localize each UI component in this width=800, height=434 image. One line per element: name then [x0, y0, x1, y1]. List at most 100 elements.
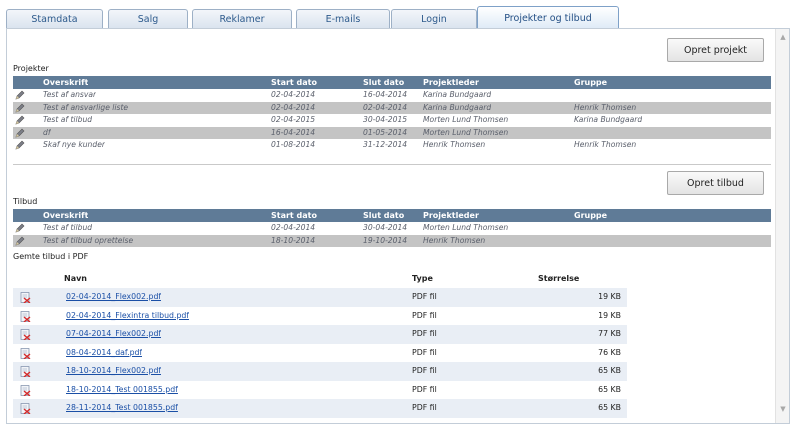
- file-name-link[interactable]: 28-11-2014_Test 001855.pdf: [66, 399, 178, 418]
- tab-bar: Stamdata Salg Reklamer E-mails Login Pro…: [6, 6, 796, 30]
- tab-reklamer[interactable]: Reklamer: [192, 9, 292, 29]
- tab-stamdata[interactable]: Stamdata: [6, 9, 103, 29]
- col-slut-dato: Slut dato: [363, 78, 405, 87]
- file-type: PDF fil: [412, 403, 437, 412]
- cell-projektleder: Morten Lund Thomsen: [423, 115, 509, 125]
- col-type: Type: [412, 274, 433, 283]
- pencil-icon[interactable]: [15, 140, 25, 150]
- pdf-file-icon[interactable]: [20, 384, 31, 397]
- file-size: 65 KB: [598, 403, 621, 412]
- pdf-section-label: Gemte tilbud i PDF: [13, 252, 89, 261]
- pencil-icon[interactable]: [15, 115, 25, 125]
- col-overskrift: Overskrift: [43, 211, 89, 220]
- cell-overskrift: Test af ansvar: [43, 90, 97, 99]
- cell-slut-dato: 01-05-2014: [363, 127, 408, 137]
- col-overskrift: Overskrift: [43, 78, 89, 87]
- file-type: PDF fil: [412, 366, 437, 375]
- file-name-link[interactable]: 18-10-2014_Flex002.pdf: [66, 362, 161, 381]
- pdf-file-icon[interactable]: [20, 347, 31, 360]
- cell-overskrift: df: [43, 127, 51, 137]
- cell-start-dato: 01-08-2014: [271, 140, 316, 150]
- tab-emails[interactable]: E-mails: [296, 9, 390, 29]
- cell-overskrift: Test af tilbud: [43, 223, 93, 232]
- cell-slut-dato: 30-04-2014: [363, 223, 408, 232]
- table-row[interactable]: Test af tilbud 02-04-2014 30-04-2014 Morten…: [13, 222, 771, 235]
- cell-start-dato: 02-04-2014: [271, 223, 316, 232]
- file-type: PDF fil: [412, 347, 437, 357]
- cell-slut-dato: 30-04-2015: [363, 115, 408, 125]
- projekter-section-label: Projekter: [13, 64, 49, 73]
- tilbud-section-label: Tilbud: [13, 197, 38, 206]
- scroll-down-arrow-icon[interactable]: ▼: [776, 403, 789, 415]
- file-type: PDF fil: [412, 329, 437, 338]
- file-row[interactable]: 07-04-2014_Flex002.pdf PDF fil 77 KB: [13, 325, 627, 344]
- pencil-icon[interactable]: [15, 223, 25, 233]
- file-row[interactable]: 18-10-2014_Flex002.pdf PDF fil 65 KB: [13, 362, 627, 381]
- table-row[interactable]: df 16-04-2014 01-05-2014 Morten Lund Thomse…: [13, 126, 771, 140]
- tab-login[interactable]: Login: [391, 9, 477, 29]
- col-projektleder: Projektleder: [423, 78, 479, 87]
- table-row[interactable]: Skaf nye kunder 01-08-2014 31-12-2014 Henri…: [13, 139, 771, 152]
- cell-projektleder: Henrik Thomsen: [423, 235, 486, 245]
- tab-projekter-og-tilbud[interactable]: Projekter og tilbud: [477, 6, 619, 30]
- file-size: 76 KB: [598, 347, 621, 357]
- pdf-file-icon[interactable]: [20, 310, 31, 323]
- pdf-file-icon[interactable]: [20, 403, 31, 415]
- cell-overskrift: Test af tilbud oprettelse: [43, 235, 134, 245]
- file-row[interactable]: 02-04-2014_Flex002.pdf PDF fil 19 KB: [13, 288, 627, 307]
- file-row[interactable]: 08-04-2014_daf.pdf PDF fil 76 KB: [13, 344, 627, 363]
- pdf-file-icon[interactable]: [20, 292, 31, 304]
- opret-tilbud-button[interactable]: Opret tilbud: [667, 171, 764, 195]
- pencil-icon[interactable]: [15, 90, 25, 100]
- col-start-dato: Start dato: [271, 211, 317, 220]
- tilbud-table: Overskrift Start dato Slut dato Projektl…: [13, 209, 771, 248]
- file-name-link[interactable]: 02-04-2014_Flexintra tilbud.pdf: [66, 307, 189, 326]
- cell-slut-dato: 16-04-2014: [363, 90, 408, 99]
- pdf-file-icon[interactable]: [20, 366, 31, 378]
- cell-overskrift: Skaf nye kunder: [43, 140, 105, 150]
- section-divider: [13, 164, 771, 165]
- opret-projekt-button[interactable]: Opret projekt: [667, 38, 764, 62]
- file-name-link[interactable]: 08-04-2014_daf.pdf: [66, 344, 142, 363]
- cell-overskrift: Test af ansvarlige liste: [43, 102, 129, 112]
- col-navn: Navn: [64, 274, 88, 283]
- file-size: 19 KB: [598, 310, 621, 320]
- col-stoerrelse: Størrelse: [538, 274, 580, 283]
- file-size: 19 KB: [598, 292, 621, 301]
- tab-salg[interactable]: Salg: [108, 9, 188, 29]
- cell-projektleder: Henrik Thomsen: [423, 140, 486, 150]
- file-row[interactable]: 18-10-2014_Test 001855.pdf PDF fil 65 KB: [13, 381, 627, 400]
- cell-start-dato: 02-04-2014: [271, 102, 316, 112]
- table-row[interactable]: Test af tilbud 02-04-2015 30-04-2015 Morten…: [13, 114, 771, 127]
- file-name-link[interactable]: 02-04-2014_Flex002.pdf: [66, 288, 161, 307]
- table-row[interactable]: Test af ansvar 02-04-2014 16-04-2014 Karina…: [13, 89, 771, 102]
- col-gruppe: Gruppe: [574, 78, 608, 87]
- file-size: 77 KB: [598, 329, 621, 338]
- file-row[interactable]: 28-11-2014_Test 001855.pdf PDF fil 65 KB: [13, 399, 627, 418]
- file-name-link[interactable]: 07-04-2014_Flex002.pdf: [66, 325, 161, 344]
- cell-overskrift: Test af tilbud: [43, 115, 93, 125]
- pdf-files-table: Navn Type Størrelse 02-04-2014_Flex002.p…: [13, 273, 627, 418]
- cell-gruppe: Henrik Thomsen: [574, 102, 637, 112]
- file-name-link[interactable]: 18-10-2014_Test 001855.pdf: [66, 381, 178, 400]
- col-slut-dato: Slut dato: [363, 211, 405, 220]
- pencil-icon[interactable]: [15, 128, 25, 138]
- vertical-scrollbar[interactable]: ▲ ▼: [775, 29, 789, 423]
- cell-start-dato: 18-10-2014: [271, 235, 316, 245]
- col-projektleder: Projektleder: [423, 211, 479, 220]
- pdf-file-icon[interactable]: [20, 329, 31, 341]
- pencil-icon[interactable]: [15, 103, 25, 113]
- cell-slut-dato: 31-12-2014: [363, 140, 408, 150]
- scroll-up-arrow-icon[interactable]: ▲: [776, 31, 789, 43]
- file-type: PDF fil: [412, 310, 437, 320]
- cell-projektleder: Karina Bundgaard: [423, 102, 492, 112]
- cell-slut-dato: 19-10-2014: [363, 235, 408, 245]
- pdf-table-header: Navn Type Størrelse: [13, 273, 627, 288]
- cell-projektleder: Morten Lund Thomsen: [423, 127, 509, 137]
- pencil-icon[interactable]: [15, 236, 25, 246]
- cell-start-dato: 16-04-2014: [271, 127, 316, 137]
- file-row[interactable]: 02-04-2014_Flexintra tilbud.pdf PDF fil 19…: [13, 307, 627, 326]
- table-row[interactable]: Test af tilbud oprettelse 18-10-2014 19-10…: [13, 234, 771, 248]
- table-row[interactable]: Test af ansvarlige liste 02-04-2014 02-04-…: [13, 101, 771, 115]
- file-type: PDF fil: [412, 292, 437, 301]
